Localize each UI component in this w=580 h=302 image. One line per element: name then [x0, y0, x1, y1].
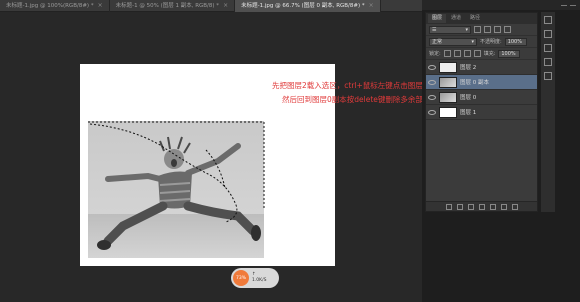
properties-icon[interactable] — [544, 30, 552, 38]
layer-kind-filter[interactable]: ☰ ▾ — [429, 25, 471, 34]
document-tab-2[interactable]: 未标题-1 @ 50% (图层 1 副本, RGB/8) * × — [110, 0, 236, 12]
add-mask-icon[interactable] — [467, 203, 474, 210]
visibility-eye-icon[interactable] — [428, 79, 436, 85]
new-layer-icon[interactable] — [500, 203, 507, 210]
document-tab-bar: 未标题-1.jpg @ 100%(RGB/8#) * × 未标题-1 @ 50%… — [0, 0, 422, 12]
layer-row-0-copy[interactable]: 图层 0 副本 — [426, 75, 537, 90]
visibility-eye-icon[interactable] — [428, 94, 436, 100]
photo-layer-image — [88, 121, 264, 258]
layer-row-0[interactable]: 图层 0 — [426, 90, 537, 105]
opacity-value: 100% — [507, 38, 522, 45]
history-icon[interactable] — [544, 16, 552, 24]
layer-name: 图层 0 — [460, 95, 477, 101]
trash-icon[interactable] — [511, 203, 518, 210]
close-icon[interactable]: × — [98, 0, 103, 12]
close-icon[interactable]: × — [223, 0, 228, 12]
opacity-input[interactable]: 100% — [504, 37, 527, 46]
panel-top-rail — [422, 0, 580, 10]
blend-mode-select[interactable]: 正常 ▾ — [429, 37, 477, 46]
layer-thumbnail — [439, 91, 457, 103]
type-filter-icon[interactable] — [494, 26, 501, 33]
tab-paths[interactable]: 路径 — [466, 14, 485, 23]
layer-thumbnail — [439, 61, 457, 73]
layers-panel-footer — [426, 201, 537, 211]
pixel-filter-icon[interactable] — [474, 26, 481, 33]
annotation-note-2: 然后回到图层0副本按delete键删除多余部分 — [282, 95, 431, 104]
layers-panel: 图层 通道 路径 ☰ ▾ 正常 ▾ 不透明度: 100% 锁定: 填充: 100% … — [425, 12, 538, 212]
fill-label: 填充: — [483, 51, 496, 57]
info-icon[interactable] — [544, 44, 552, 52]
tab-layers[interactable]: 图层 — [428, 14, 447, 23]
document-tab-label: 未标题-1 @ 50% (图层 1 副本, RGB/8) * — [115, 3, 220, 9]
lock-label: 锁定: — [429, 51, 441, 57]
opacity-label: 不透明度: — [480, 39, 502, 45]
layer-name: 图层 1 — [460, 110, 477, 116]
speed-percent-badge: 73% — [233, 270, 249, 286]
document-tab-3[interactable]: 未标题-1.jpg @ 66.7% (图层 0 副本, RGB/8#) * × — [235, 0, 381, 12]
adjustment-layer-icon[interactable] — [478, 203, 485, 210]
fill-input[interactable]: 100% — [498, 49, 521, 58]
layer-row-1[interactable]: 图层 1 — [426, 105, 537, 120]
blend-row: 正常 ▾ 不透明度: 100% — [426, 36, 537, 48]
collapse-icon[interactable] — [561, 4, 567, 6]
tab-channels[interactable]: 通道 — [447, 14, 466, 23]
new-group-icon[interactable] — [489, 203, 496, 210]
blend-mode-value: 正常 — [432, 38, 443, 45]
lock-all-icon[interactable] — [473, 50, 481, 57]
visibility-eye-icon[interactable] — [428, 109, 436, 115]
network-speed-widget[interactable]: 73% ↑ 1.0K/S — [231, 268, 279, 288]
jumping-figure-illustration — [97, 136, 261, 250]
document-tab-1[interactable]: 未标题-1.jpg @ 100%(RGB/8#) * × — [0, 0, 110, 12]
document-tab-label: 未标题-1.jpg @ 66.7% (图层 0 副本, RGB/8#) * — [241, 3, 365, 9]
layer-thumbnail — [439, 106, 457, 118]
layer-name: 图层 0 副本 — [460, 80, 489, 86]
fx-icon[interactable] — [456, 203, 463, 210]
menu-icon[interactable] — [570, 4, 576, 6]
lock-row: 锁定: 填充: 100% — [426, 48, 537, 60]
panel-tab-row: 图层 通道 路径 — [426, 13, 537, 24]
layer-row-2[interactable]: 图层 2 — [426, 60, 537, 75]
speed-readout: ↑ 1.0K/S — [252, 272, 266, 284]
layer-thumbnail — [439, 76, 457, 88]
fill-value: 100% — [501, 50, 516, 57]
side-tool-strip — [541, 12, 555, 212]
brush-panel-icon[interactable] — [544, 58, 552, 66]
layer-name: 图层 2 — [460, 65, 477, 71]
download-speed: 1.0K/S — [252, 278, 267, 283]
close-icon[interactable]: × — [369, 0, 374, 12]
swatches-icon[interactable] — [544, 72, 552, 80]
layer-filter-row: ☰ ▾ — [426, 24, 537, 36]
document-tab-label: 未标题-1.jpg @ 100%(RGB/8#) * — [6, 3, 94, 9]
adjustment-filter-icon[interactable] — [484, 26, 491, 33]
lock-transparency-icon[interactable] — [443, 50, 451, 57]
annotation-note-1: 先把图层2载入选区，ctrl+鼠标左键点击图层 — [272, 81, 423, 90]
chevron-down-icon: ▾ — [471, 38, 474, 45]
lock-position-icon[interactable] — [463, 50, 471, 57]
lock-pixels-icon[interactable] — [453, 50, 461, 57]
shape-filter-icon[interactable] — [504, 26, 511, 33]
link-layers-icon[interactable] — [445, 203, 452, 210]
visibility-eye-icon[interactable] — [428, 64, 436, 70]
filter-icon: ☰ — [432, 26, 437, 33]
